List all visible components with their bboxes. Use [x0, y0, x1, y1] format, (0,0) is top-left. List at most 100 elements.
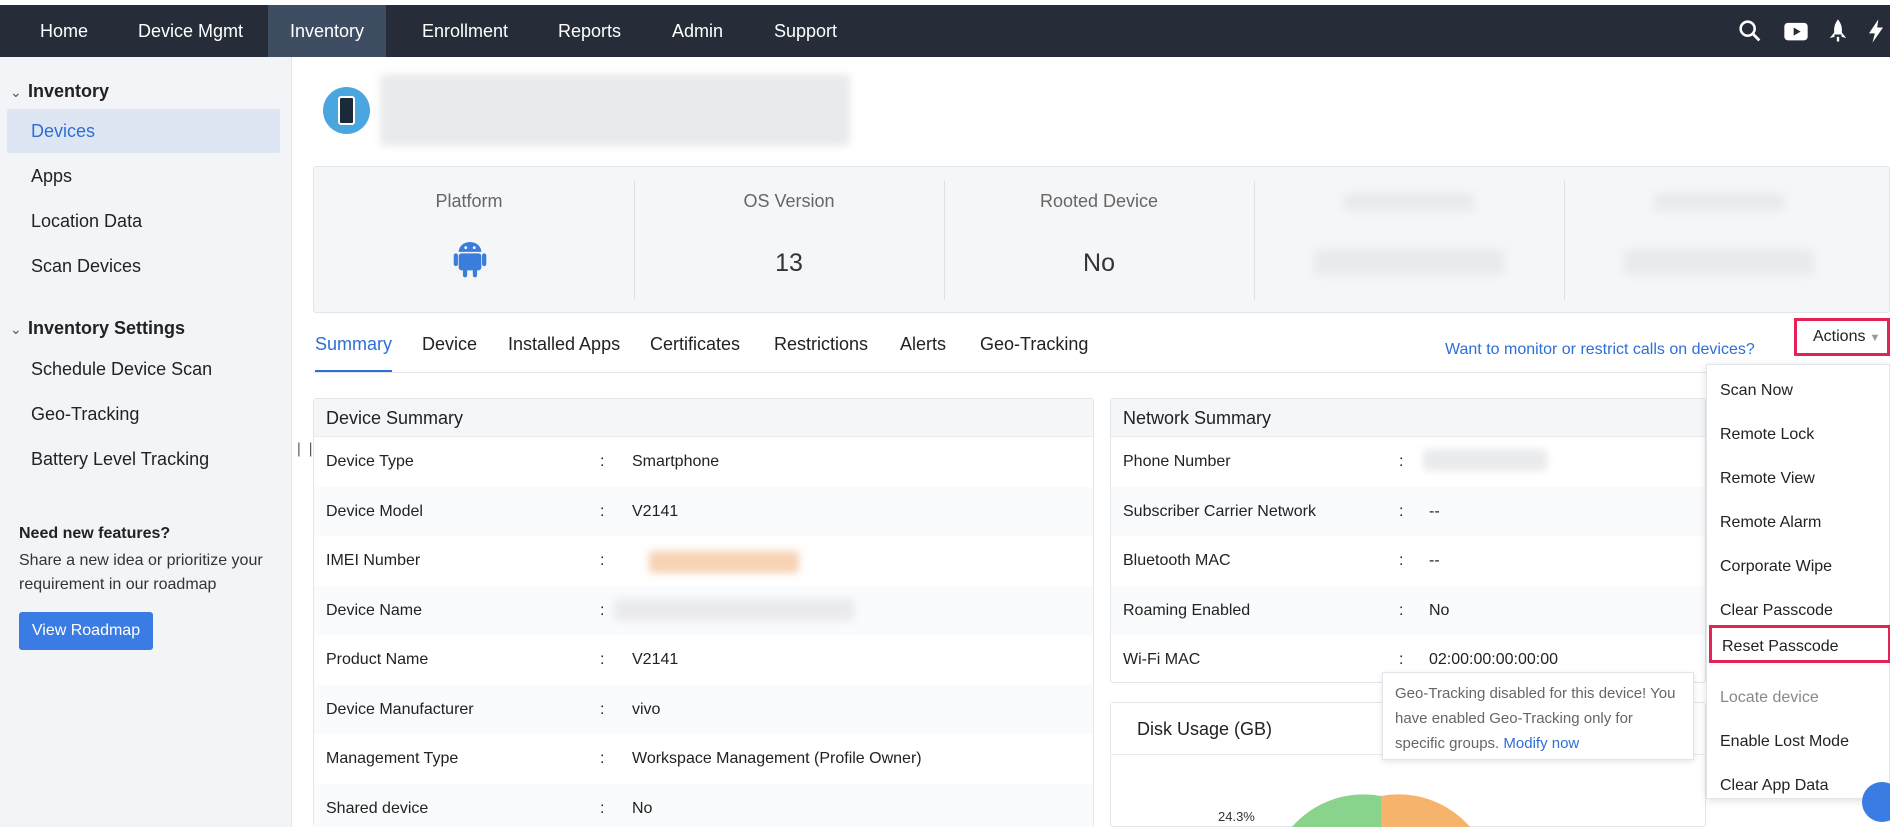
row-key: Management Type: [326, 750, 459, 767]
row-key: Device Model: [326, 502, 423, 520]
phone-number-redacted: [1423, 449, 1547, 471]
chevron-down-icon: ⌄: [10, 321, 22, 337]
tab-summary[interactable]: Summary: [315, 334, 393, 372]
row-key: IMEI Number: [326, 552, 421, 569]
promo-text: Share a new idea or prioritize your requ…: [19, 552, 263, 593]
row-separator: :: [1399, 601, 1404, 619]
row-value: V2141: [632, 651, 679, 668]
action-remote-alarm[interactable]: Remote Alarm: [1707, 501, 1890, 545]
youtube-icon[interactable]: [1782, 17, 1810, 45]
tab-underline: [313, 372, 1713, 373]
nav-home[interactable]: Home: [18, 5, 110, 57]
nav-admin[interactable]: Admin: [650, 5, 745, 57]
summary-row: Management Type: Workspace Management (Pr…: [314, 734, 1093, 783]
nav-device-mgmt[interactable]: Device Mgmt: [116, 5, 265, 57]
chat-icon[interactable]: [1862, 782, 1890, 822]
stat-platform: Platform: [314, 167, 624, 314]
device-avatar: [323, 87, 370, 134]
divider: [1254, 181, 1255, 300]
device-summary-panel: Device Summary Device Type: Smartphone Dev…: [313, 398, 1094, 827]
row-separator: :: [600, 453, 605, 470]
sidebar-item-location-data[interactable]: Location Data: [7, 199, 280, 243]
device-name-value-redacted: [614, 599, 854, 621]
tab-certificates[interactable]: Certificates: [650, 334, 740, 372]
actions-label: Actions: [1813, 328, 1866, 345]
nav-reports[interactable]: Reports: [536, 5, 643, 57]
summary-row: Device Model: V2141: [314, 486, 1093, 536]
tab-geo-tracking[interactable]: Geo-Tracking: [980, 334, 1088, 372]
modify-now-link[interactable]: Modify now: [1503, 735, 1579, 752]
summary-row: Device Manufacturer: vivo: [314, 684, 1093, 734]
row-value: No: [632, 799, 653, 817]
actions-dropdown: Scan Now Remote Lock Remote View Remote …: [1706, 364, 1890, 799]
stat-redacted: [1314, 249, 1504, 275]
action-reset-passcode[interactable]: Reset Passcode: [1709, 625, 1890, 663]
row-key: Product Name: [326, 651, 429, 668]
row-separator: :: [600, 552, 605, 569]
row-value: Smartphone: [632, 453, 720, 470]
nav-support[interactable]: Support: [752, 5, 859, 57]
stat-redacted: [1624, 249, 1814, 275]
action-remote-view[interactable]: Remote View: [1707, 457, 1890, 501]
phone-icon: [338, 96, 355, 125]
disk-slice-used: [1291, 794, 1381, 827]
disk-slice-free: [1381, 794, 1471, 827]
network-summary-panel: Network Summary Phone Number: Subscriber …: [1110, 398, 1706, 683]
row-key: Device Manufacturer: [326, 700, 474, 718]
summary-row: Device Type: Smartphone: [314, 437, 1093, 486]
stat-label: Platform: [435, 191, 503, 211]
stat-label: OS Version: [743, 191, 835, 211]
sidebar-item-devices[interactable]: Devices: [7, 109, 280, 153]
action-locate-device: Locate device: [1720, 689, 1819, 706]
sidebar-item-battery-level-tracking[interactable]: Battery Level Tracking: [7, 437, 280, 481]
tab-restrictions[interactable]: Restrictions: [774, 334, 868, 372]
section-title: Inventory Settings: [28, 318, 186, 338]
action-enable-lost-mode[interactable]: Enable Lost Mode: [1707, 720, 1890, 764]
sidebar-item-apps[interactable]: Apps: [7, 154, 280, 198]
nav-enrollment[interactable]: Enrollment: [400, 5, 530, 57]
android-icon: [453, 242, 487, 278]
sidebar-collapse-handle[interactable]: ❘❘: [293, 440, 316, 472]
stat-redacted: [1654, 193, 1784, 211]
search-icon[interactable]: [1736, 17, 1764, 45]
sidebar-section-inventory-settings[interactable]: ⌄ Inventory Settings: [10, 318, 185, 339]
row-separator: :: [600, 601, 605, 619]
row-key: Wi-Fi MAC: [1123, 651, 1201, 668]
action-remote-lock[interactable]: Remote Lock: [1707, 413, 1890, 457]
sidebar-section-inventory[interactable]: ⌄ Inventory: [10, 81, 109, 102]
monitor-calls-link[interactable]: Want to monitor or restrict calls on dev…: [1445, 341, 1755, 359]
action-scan-now[interactable]: Scan Now: [1707, 369, 1890, 413]
row-separator: :: [600, 651, 605, 668]
summary-row: Phone Number:: [1111, 437, 1705, 486]
actions-button[interactable]: Actions ▼: [1794, 318, 1890, 356]
nav-inventory[interactable]: Inventory: [268, 5, 387, 57]
row-separator: :: [600, 502, 605, 520]
sidebar-item-scan-devices[interactable]: Scan Devices: [7, 244, 280, 288]
flash-icon[interactable]: [1862, 17, 1890, 45]
sidebar: ⌄ Inventory Devices Apps Location Data Sc…: [0, 57, 292, 827]
geo-tracking-tooltip: Geo-Tracking disabled for this device! Y…: [1382, 672, 1694, 760]
tab-alerts[interactable]: Alerts: [900, 334, 946, 372]
section-title: Inventory: [28, 81, 110, 101]
rocket-icon[interactable]: [1824, 17, 1852, 45]
sidebar-item-schedule-device-scan[interactable]: Schedule Device Scan: [7, 347, 280, 391]
action-corporate-wipe[interactable]: Corporate Wipe: [1707, 545, 1890, 589]
tab-installed-apps[interactable]: Installed Apps: [508, 334, 620, 372]
device-stats: Platform OS Version 13 Rooted Device No: [313, 166, 1890, 313]
row-separator: :: [600, 700, 605, 718]
row-key: Phone Number: [1123, 453, 1231, 470]
disk-usage-pie: [1291, 794, 1471, 827]
tab-device[interactable]: Device: [422, 334, 477, 372]
summary-row: Bluetooth MAC: --: [1111, 536, 1705, 585]
divider: [1564, 181, 1565, 300]
stat-value: 13: [775, 249, 803, 277]
row-value: No: [1429, 601, 1450, 619]
sidebar-item-geo-tracking[interactable]: Geo-Tracking: [7, 392, 280, 436]
row-key: Bluetooth MAC: [1123, 552, 1231, 569]
row-value: --: [1429, 502, 1440, 520]
panel-title: Network Summary: [1111, 399, 1705, 437]
summary-row: Subscriber Carrier Network: --: [1111, 486, 1705, 536]
view-roadmap-button[interactable]: View Roadmap: [19, 612, 153, 650]
promo-title: Need new features?: [19, 525, 171, 542]
row-key: Device Type: [326, 453, 414, 470]
